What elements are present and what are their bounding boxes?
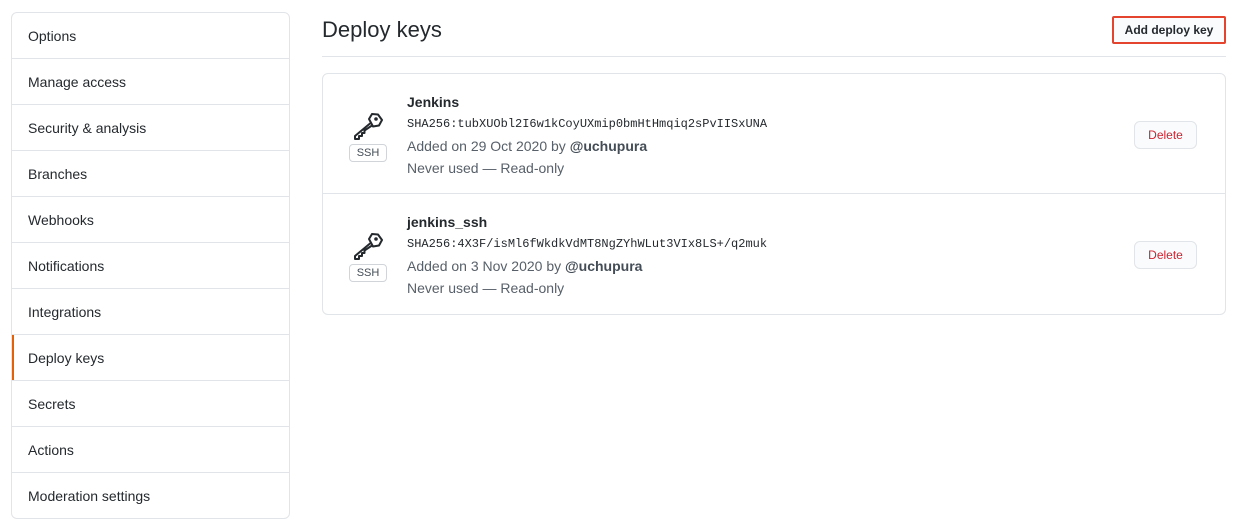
deploy-key-list: SSH Jenkins SHA256:tubXUObl2I6w1kCoyUXmi… [322,73,1226,315]
key-added-info: Added on 3 Nov 2020 by @uchupura [407,258,642,274]
sidebar-item-moderation-settings[interactable]: Moderation settings [12,473,289,518]
sidebar-item-manage-access[interactable]: Manage access [12,59,289,105]
sidebar-item-webhooks[interactable]: Webhooks [12,197,289,243]
ssh-type-badge: SSH [349,264,387,282]
sidebar-item-security-analysis[interactable]: Security & analysis [12,105,289,151]
sidebar-item-notifications[interactable]: Notifications [12,243,289,289]
sidebar-item-options[interactable]: Options [12,13,289,59]
sidebar-item-label: Branches [28,165,88,182]
sidebar-item-label: Manage access [28,73,127,90]
page-title: Deploy keys [322,17,442,42]
key-title: Jenkins [407,94,460,110]
key-usage-status: Never used — Read-only [407,280,565,296]
key-added-info: Added on 29 Oct 2020 by @uchupura [407,138,647,154]
sidebar-item-label: Integrations [28,303,102,320]
key-added-by-user: @uchupura [569,138,648,154]
sidebar-item-label: Security & analysis [28,119,147,136]
key-fingerprint: SHA256:4X3F/isMl6fWkdkVdMT8NgZYhWLut3VIx… [407,237,768,251]
deploy-key-row: SSH jenkins_ssh SHA256:4X3F/isMl6fWkdkVd… [323,194,1225,314]
ssh-type-badge: SSH [349,144,387,162]
sidebar-item-integrations[interactable]: Integrations [12,289,289,335]
key-usage-status: Never used — Read-only [407,160,565,176]
key-added-by-user: @uchupura [565,258,643,274]
page-header: Deploy keys Add deploy key [322,12,1226,57]
key-icon [350,107,384,141]
key-icon [350,227,384,261]
key-title: jenkins_ssh [407,214,488,230]
add-deploy-key-button[interactable]: Add deploy key [1112,16,1226,44]
settings-sidebar: Options Manage access Security & analysi… [11,12,290,519]
key-fingerprint: SHA256:tubXUObl2I6w1kCoyUXmip0bmHtHmqiq2… [407,117,768,131]
delete-key-button[interactable]: Delete [1134,121,1197,149]
sidebar-item-label: Options [28,27,77,44]
sidebar-item-label: Secrets [28,395,76,412]
sidebar-item-label: Deploy keys [28,349,105,366]
sidebar-item-actions[interactable]: Actions [12,427,289,473]
deploy-key-row: SSH Jenkins SHA256:tubXUObl2I6w1kCoyUXmi… [323,74,1225,194]
key-added-date: Added on 29 Oct 2020 by [407,138,566,154]
sidebar-item-secrets[interactable]: Secrets [12,381,289,427]
sidebar-item-label: Moderation settings [28,488,151,504]
sidebar-item-deploy-keys[interactable]: Deploy keys [12,335,289,381]
sidebar-item-label: Actions [28,441,74,458]
sidebar-item-label: Notifications [28,257,105,274]
delete-key-button[interactable]: Delete [1134,241,1197,269]
sidebar-item-label: Webhooks [28,211,94,228]
key-added-date: Added on 3 Nov 2020 by [407,258,562,274]
sidebar-item-branches[interactable]: Branches [12,151,289,197]
